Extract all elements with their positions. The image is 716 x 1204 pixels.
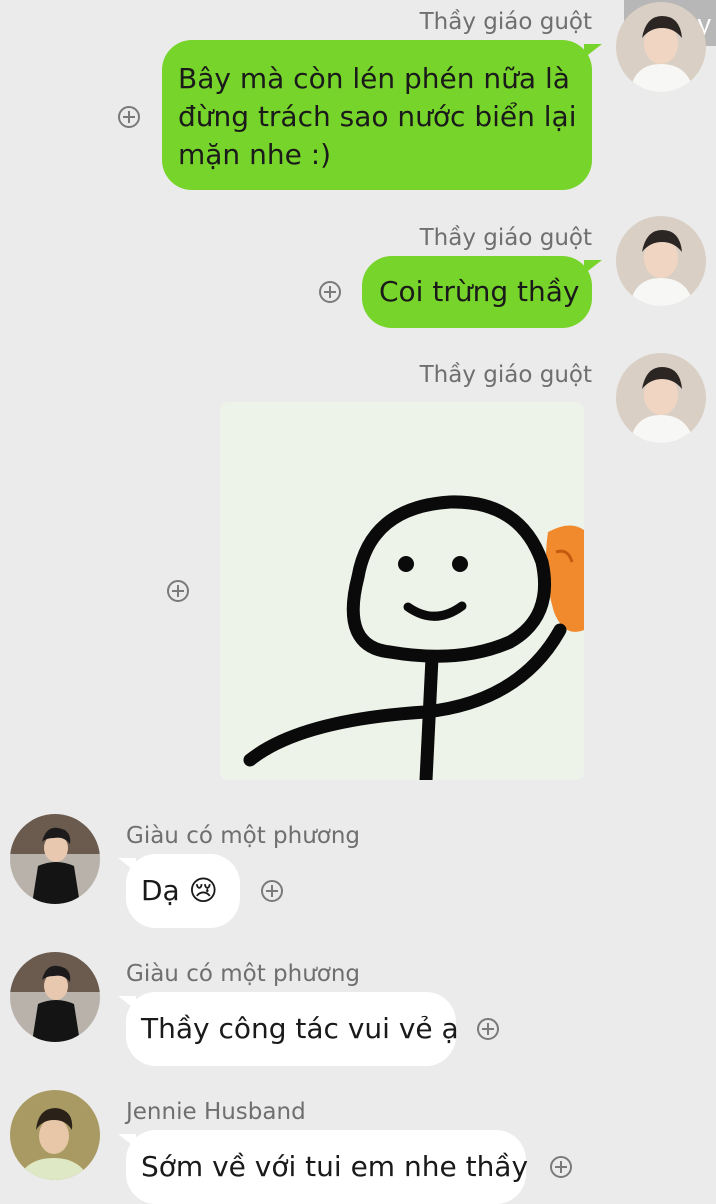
- message-text: Sớm về với tui em nhe thầy: [141, 1150, 529, 1183]
- plus-circle-icon[interactable]: [261, 880, 283, 902]
- bubble-tail: [118, 858, 136, 872]
- avatar[interactable]: [10, 814, 100, 904]
- message-bubble[interactable]: Sớm về với tui em nhe thầy: [126, 1130, 529, 1204]
- avatar[interactable]: [616, 216, 706, 306]
- plus-circle-icon[interactable]: [550, 1156, 572, 1178]
- avatar[interactable]: [10, 952, 100, 1042]
- message-text: Dạ: [141, 874, 180, 907]
- avatar[interactable]: [616, 2, 706, 92]
- sticker-image[interactable]: [220, 402, 584, 780]
- plus-circle-icon[interactable]: [319, 281, 341, 303]
- message-bubble[interactable]: Dạ 😢: [126, 854, 240, 928]
- message-text-line: Bây mà còn lén phén nữa là: [178, 62, 570, 95]
- message-text-line: mặn nhe :): [178, 138, 332, 171]
- bubble-tail: [118, 1134, 136, 1148]
- message-text: Coi trừng thầy: [379, 275, 580, 308]
- bubble-tail: [118, 996, 136, 1010]
- message-bubble[interactable]: Coi trừng thầy: [362, 256, 592, 328]
- crying-face-emoji: 😢: [188, 874, 218, 907]
- bubble-tail: [584, 44, 602, 58]
- message-bubble[interactable]: Thầy công tác vui vẻ ạ: [126, 992, 459, 1066]
- avatar[interactable]: [616, 353, 706, 443]
- sender-name: Thầy giáo guột: [419, 9, 592, 35]
- sender-name: Giàu có một phương: [126, 961, 361, 987]
- message-bubble[interactable]: Bây mà còn lén phén nữa là đừng trách sa…: [162, 40, 592, 190]
- sender-name: Jennie Husband: [126, 1099, 306, 1125]
- plus-circle-icon[interactable]: [477, 1018, 499, 1040]
- plus-circle-icon[interactable]: [118, 106, 140, 128]
- plus-circle-icon[interactable]: [167, 580, 189, 602]
- avatar[interactable]: [10, 1090, 100, 1180]
- bubble-tail: [584, 260, 602, 274]
- sender-name: Thầy giáo guột: [419, 225, 592, 251]
- message-text-line: đừng trách sao nước biển lại: [178, 100, 577, 133]
- sender-name: Giàu có một phương: [126, 823, 361, 849]
- message-text: Thầy công tác vui vẻ ạ: [141, 1012, 459, 1045]
- sender-name: Thầy giáo guột: [419, 362, 592, 388]
